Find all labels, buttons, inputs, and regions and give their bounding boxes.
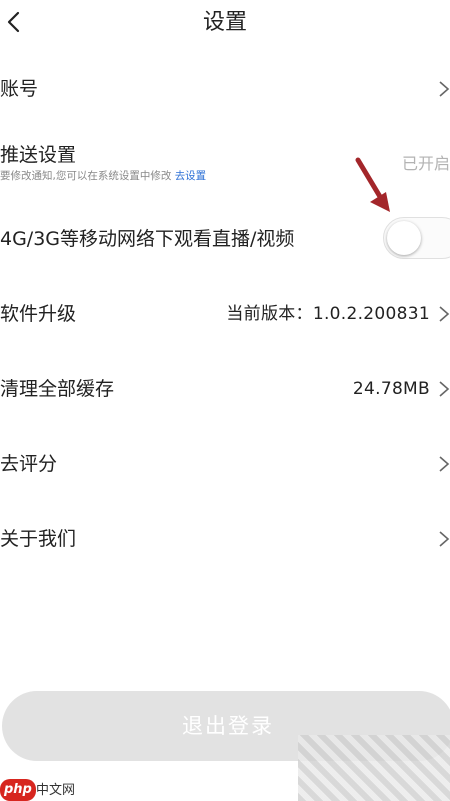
push-status: 已开启: [401, 154, 450, 173]
chevron-right-icon: [439, 381, 450, 397]
watermark-blur: [298, 735, 450, 801]
annotation-arrow-icon: [355, 157, 390, 212]
row-label: 关于我们: [0, 528, 77, 550]
toggle-knob: [387, 221, 421, 255]
row-label: 去评分: [0, 453, 58, 475]
watermark-text: 中文网: [36, 783, 76, 798]
settings-row-clear-cache[interactable]: 清理全部缓存 24.78MB: [0, 376, 450, 402]
push-hint-text: 要修改通知,您可以在系统设置中修改 去设置: [0, 168, 206, 184]
settings-row-upgrade[interactable]: 软件升级 当前版本：1.0.2.200831: [0, 301, 450, 327]
chevron-right-icon: [439, 306, 450, 322]
settings-row-about[interactable]: 关于我们: [0, 526, 450, 552]
php-logo: php: [0, 779, 36, 801]
settings-row-account[interactable]: 账号: [0, 76, 450, 102]
row-label: 清理全部缓存: [0, 378, 115, 400]
chevron-right-icon: [439, 81, 450, 97]
mobile-data-toggle[interactable]: [383, 217, 450, 259]
row-label: 推送设置: [0, 144, 77, 166]
push-hint: 要修改通知,您可以在系统设置中修改: [0, 170, 172, 182]
go-settings-link[interactable]: 去设置: [175, 170, 207, 182]
chevron-right-icon: [439, 531, 450, 547]
cache-size: 24.78MB: [352, 379, 430, 399]
row-label: 软件升级: [0, 303, 77, 325]
top-bar: 设置: [0, 0, 450, 46]
settings-row-rate[interactable]: 去评分: [0, 451, 450, 477]
current-version: 当前版本：1.0.2.200831: [226, 304, 430, 324]
chevron-right-icon: [439, 456, 450, 472]
page-title: 设置: [202, 10, 247, 35]
row-label: 4G/3G等移动网络下观看直播/视频: [0, 228, 295, 250]
row-label: 账号: [0, 78, 39, 100]
